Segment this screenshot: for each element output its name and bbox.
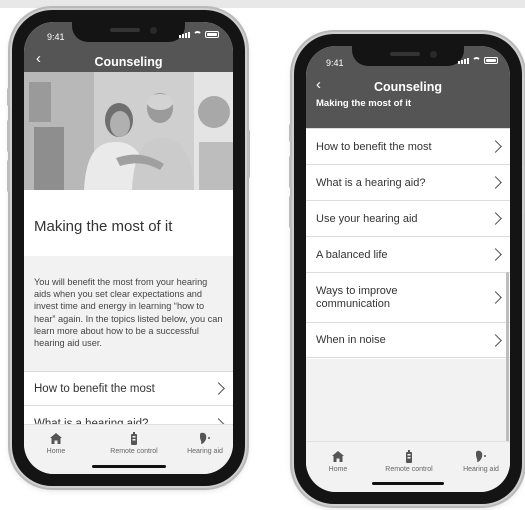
phone-left: 9:41 ‹ Counseling Making the most of it … <box>7 10 250 486</box>
tab-hearing-aid[interactable]: Hearing aid <box>458 450 504 473</box>
article-title-panel: Making the most of it <box>24 190 233 256</box>
signal-icon <box>179 32 190 38</box>
phone-left-volume-down <box>7 160 10 192</box>
home-icon <box>332 451 344 462</box>
tab-home[interactable]: Home <box>36 433 76 455</box>
tab-label: Home <box>46 448 66 455</box>
page-title: Counseling <box>373 80 443 94</box>
remote-control-icon <box>406 450 412 463</box>
chevron-right-icon <box>489 291 502 304</box>
menu-item-label: Use your hearing aid <box>316 212 418 225</box>
menu-item-label: How to benefit the most <box>316 140 432 153</box>
menu-item-label: A balanced life <box>316 248 388 261</box>
tab-label: Remote control <box>110 448 158 455</box>
chevron-right-icon <box>489 176 502 189</box>
status-bar: 9:41 <box>24 22 233 48</box>
phone-left-mute-switch <box>7 88 10 106</box>
chevron-right-icon <box>489 140 502 153</box>
menu-item-what-is-hearing-aid[interactable]: What is a hearing aid? <box>306 164 510 200</box>
app-header: 9:41 ‹ Counseling <box>24 22 233 72</box>
article-body-panel: You will benefit the most from your hear… <box>24 256 233 371</box>
home-indicator[interactable] <box>372 482 444 485</box>
hearing-aid-icon <box>476 450 486 462</box>
page-subtitle: Making the most of it <box>316 98 411 109</box>
phone-right-volume-down <box>289 196 292 228</box>
chevron-right-icon <box>489 248 502 261</box>
phone-left-volume-up <box>7 120 10 152</box>
background-strip <box>0 0 525 8</box>
menu-item-use-your-hearing-aid[interactable]: Use your hearing aid <box>306 200 510 236</box>
screen-right: 9:41 ‹ Counseling Making the most of it … <box>306 46 510 492</box>
menu-item-how-to-benefit[interactable]: How to benefit the most <box>24 371 233 405</box>
menu-item-balanced-life[interactable]: A balanced life <box>306 236 510 272</box>
tab-remote-control[interactable]: Remote control <box>104 432 164 455</box>
tab-label: Hearing aid <box>187 448 223 455</box>
chevron-right-icon <box>489 212 502 225</box>
menu-item-label: How to benefit the most <box>34 382 155 395</box>
status-bar: 9:41 <box>306 46 510 72</box>
home-icon <box>50 433 62 444</box>
hearing-aid-icon <box>200 432 210 444</box>
home-indicator[interactable] <box>92 465 166 468</box>
remote-control-icon <box>131 432 137 445</box>
tab-remote-control[interactable]: Remote control <box>378 450 440 473</box>
menu-item-label: What is a hearing aid? <box>316 176 426 189</box>
tab-label: Home <box>328 466 348 473</box>
phone-right: 9:41 ‹ Counseling Making the most of it … <box>289 34 525 504</box>
phone-right-volume-up <box>289 156 292 188</box>
tab-home[interactable]: Home <box>318 451 358 473</box>
menu-item-label: Ways to improve communication <box>316 284 398 310</box>
wifi-icon <box>193 31 202 38</box>
phone-right-mute-switch <box>289 124 292 142</box>
menu-item-when-in-noise[interactable]: When in noise <box>306 322 510 358</box>
chevron-right-icon <box>489 333 502 347</box>
status-time: 9:41 <box>47 32 65 42</box>
phone-left-power-button <box>247 130 250 178</box>
menu-item-how-to-benefit[interactable]: How to benefit the most <box>306 128 510 164</box>
menu-item-label: When in noise <box>316 334 386 346</box>
wifi-icon <box>472 57 481 64</box>
scrollbar[interactable] <box>506 272 509 448</box>
menu-item-improve-communication[interactable]: Ways to improve communication <box>306 272 510 322</box>
list-empty-area <box>306 359 510 441</box>
article-title: Making the most of it <box>34 218 173 235</box>
screen-left: 9:41 ‹ Counseling Making the most of it … <box>24 22 233 474</box>
signal-icon <box>458 58 469 64</box>
couple-photo <box>24 72 233 190</box>
page-title: Counseling <box>94 55 163 69</box>
status-time: 9:41 <box>326 58 344 68</box>
chevron-right-icon <box>212 382 225 395</box>
battery-icon <box>484 57 498 64</box>
tab-hearing-aid[interactable]: Hearing aid <box>182 432 228 455</box>
battery-icon <box>205 31 219 38</box>
tab-label: Remote control <box>385 466 433 473</box>
app-header: 9:41 ‹ Counseling Making the most of it <box>306 46 510 128</box>
tab-label: Hearing aid <box>463 466 499 473</box>
article-body: You will benefit the most from your hear… <box>34 277 223 349</box>
